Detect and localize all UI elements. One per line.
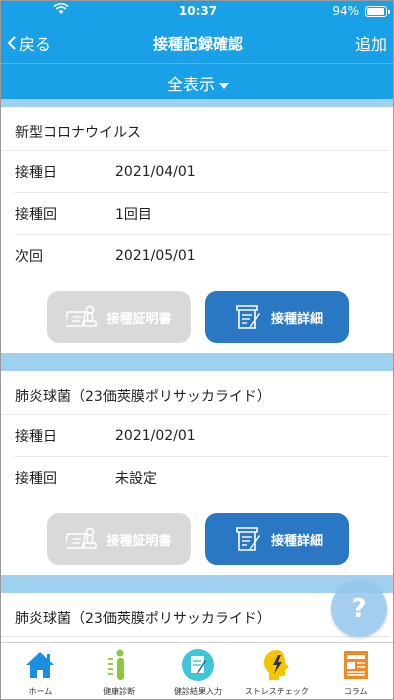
tab-label: コラム — [343, 687, 368, 696]
checkup-input-icon — [181, 649, 214, 681]
field-key: 接種日 — [15, 428, 57, 445]
document-pen-icon — [236, 305, 260, 329]
page-title: 接種記録確認 — [152, 35, 243, 53]
filter-dropdown[interactable]: 全表示 — [1, 63, 393, 99]
detail-label: 接種詳細 — [270, 311, 323, 327]
tab-label: ホーム — [28, 687, 53, 696]
field-value: 2021/04/01 — [115, 163, 196, 180]
tab-label: ストレスチェック — [244, 687, 309, 696]
battery-percent: 94% — [332, 4, 359, 18]
filter-label: 全表示 — [166, 75, 215, 94]
column-icon — [343, 651, 368, 679]
vaccine-name: 肺炎球菌（23価莢膜ポリサッカライド） — [1, 371, 389, 415]
field-value: 2021/05/01 — [115, 248, 196, 264]
app-frame: 10:37 94% 戻る 接種記録確認 追加 全表示 新型コロナウイルス 接種日… — [0, 0, 394, 700]
home-icon — [26, 652, 55, 678]
certificate-label: 接種証明書 — [106, 311, 172, 327]
tab-health-checkup[interactable]: 健康診断 — [80, 643, 159, 699]
help-button[interactable]: ? — [331, 581, 387, 637]
certificate-button[interactable]: 接種証明書 — [47, 291, 191, 343]
field-value: 1回目 — [115, 206, 152, 223]
document-pen-icon — [236, 527, 260, 551]
field-value: 未設定 — [115, 471, 157, 487]
certificate-button[interactable]: 接種証明書 — [47, 513, 191, 565]
battery-icon — [365, 6, 390, 17]
tab-home[interactable]: ホーム — [1, 643, 80, 699]
caret-down-icon — [219, 82, 229, 89]
detail-button[interactable]: 接種詳細 — [205, 291, 349, 343]
record-card: 肺炎球菌（23価莢膜ポリサッカライド） 接種日 2021/02/01 接種回 未設定… — [1, 371, 393, 575]
add-button[interactable]: 追加 — [355, 31, 387, 55]
field-value: 2021/02/01 — [115, 427, 196, 444]
field-key: 接種日 — [15, 164, 57, 181]
record-row: 接種日 2021/04/01 — [15, 151, 389, 193]
tab-column[interactable]: コラム — [316, 643, 393, 699]
field-key: 接種回 — [15, 206, 57, 223]
record-row: 接種日 2021/02/01 — [15, 415, 389, 457]
record-card: 新型コロナウイルス 接種日 2021/04/01 接種回 1回目 次回 2021/05… — [1, 107, 393, 353]
tab-stress-check[interactable]: ストレスチェック — [237, 643, 316, 699]
tab-label: 健康診断 — [103, 687, 136, 696]
record-row: 次回 2021/05/01 — [15, 235, 389, 277]
health-checkup-icon — [108, 649, 125, 680]
tab-checkup-input[interactable]: 健診結果入力 — [159, 643, 238, 699]
certificate-stamp-icon — [66, 527, 98, 549]
field-key: 次回 — [15, 249, 43, 265]
status-bar: 10:37 94% — [1, 1, 393, 21]
field-key: 接種回 — [15, 471, 57, 487]
tab-label: 健診結果入力 — [173, 687, 222, 696]
nav-bar: 戻る 接種記録確認 追加 — [1, 21, 393, 63]
detail-label: 接種詳細 — [270, 533, 323, 549]
stress-check-icon — [263, 650, 289, 680]
tab-bar: ホーム 健康診断 健診結果入力 ストレスチェック コラム — [1, 642, 393, 699]
certificate-label: 接種証明書 — [106, 533, 172, 549]
record-row: 接種回 未設定 — [15, 457, 389, 499]
vaccine-name: 新型コロナウイルス — [1, 107, 389, 151]
records-list[interactable]: 新型コロナウイルス 接種日 2021/04/01 接種回 1回目 次回 2021/05… — [1, 99, 393, 642]
detail-button[interactable]: 接種詳細 — [205, 513, 349, 565]
record-row: 接種回 1回目 — [15, 193, 389, 235]
certificate-stamp-icon — [66, 305, 98, 327]
